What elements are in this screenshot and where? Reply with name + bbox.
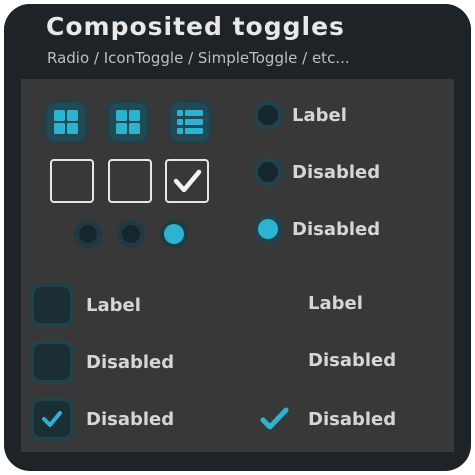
radio-option-3[interactable]: Disabled [253,214,380,244]
checkbox-option-3[interactable]: Disabled [30,397,174,441]
toggles-panel: Composited toggles Radio / IconToggle / … [4,4,471,471]
list-icon [177,110,203,134]
panel-header: Composited toggles Radio / IconToggle / … [4,4,471,79]
simple-toggle-label: Label [308,293,363,314]
panel-subtitle: Radio / IconToggle / SimpleToggle / etc.… [47,49,350,67]
radio-button[interactable] [253,157,283,187]
simple-toggle-1[interactable]: Label [308,293,363,314]
checkbox-option-2[interactable]: Disabled [30,340,174,384]
radio-label: Disabled [292,218,381,240]
mini-radio-3[interactable] [160,220,188,248]
simple-toggle-label: Disabled [308,350,397,371]
grid-icon [116,110,140,134]
checkbox-label: Label [86,294,141,316]
panel-body: Label Disabled Disabled Label Disabled D… [21,79,454,452]
mini-radio-2[interactable] [117,220,145,248]
radio-button[interactable] [253,100,283,130]
icon-toggle-grid-2[interactable] [109,103,147,141]
checkbox[interactable] [30,283,74,327]
simple-toggle-label: Disabled [308,408,397,430]
grid-icon [54,110,78,134]
radio-label: Disabled [292,161,381,183]
checkmark-icon [173,169,202,193]
checkmark-icon [260,407,289,430]
plain-checkbox-3[interactable] [165,159,209,203]
plain-checkbox-2[interactable] [108,159,152,203]
checkbox-label: Disabled [86,351,175,373]
radio-label: Label [292,104,347,126]
simple-toggle-3[interactable]: Disabled [258,404,396,434]
plain-checkbox-1[interactable] [50,159,94,203]
icon-toggle-list[interactable] [171,103,209,141]
panel-title: Composited toggles [46,12,345,41]
checkbox-label: Disabled [86,408,175,430]
radio-option-2[interactable]: Disabled [253,157,380,187]
radio-button[interactable] [253,214,283,244]
checkbox-option-1[interactable]: Label [30,283,141,327]
radio-option-1[interactable]: Label [253,100,347,130]
simple-toggle-2[interactable]: Disabled [308,350,396,371]
checkmark-icon [42,411,62,427]
checkbox[interactable] [30,397,74,441]
checkbox[interactable] [30,340,74,384]
icon-toggle-grid-1[interactable] [47,103,85,141]
mini-radio-1[interactable] [74,220,102,248]
